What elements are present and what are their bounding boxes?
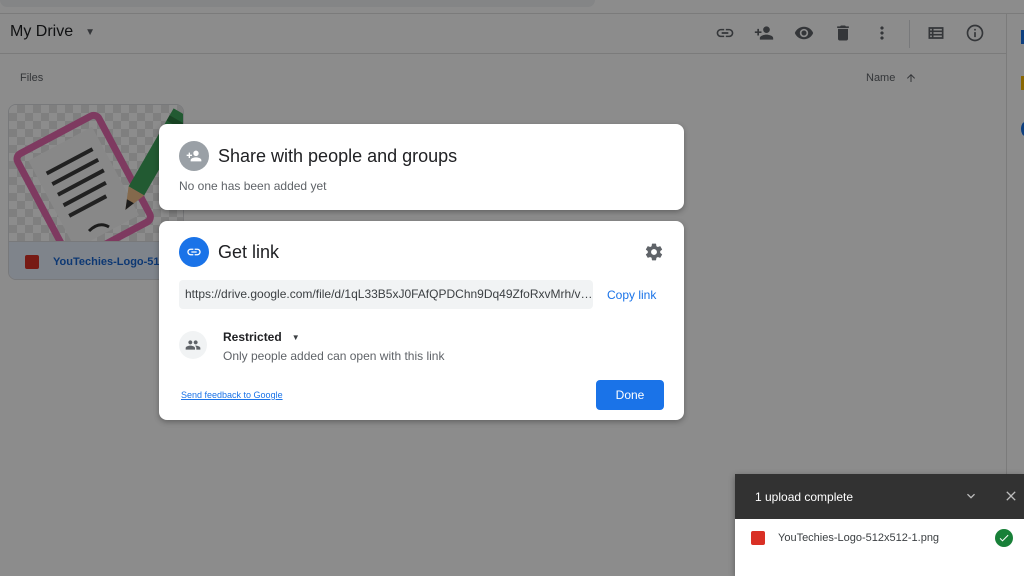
share-url-field[interactable]: https://drive.google.com/file/d/1qL33B5x… [179,280,593,309]
gear-icon[interactable] [644,242,664,262]
close-icon[interactable] [1003,488,1019,504]
image-file-icon [751,531,765,545]
access-level-label: Restricted [223,330,282,344]
share-title: Share with people and groups [218,146,458,166]
get-link-title: Get link [218,242,280,262]
done-button[interactable]: Done [596,380,664,410]
check-icon [995,529,1013,547]
toast-header: 1 upload complete [735,474,1024,519]
upload-status: 1 upload complete [755,490,854,504]
upload-toast: 1 upload complete YouTechies-Logo-512x51… [735,474,1024,576]
access-level-dropdown[interactable]: Restricted ▼ [223,330,300,344]
share-people-card[interactable]: Share with people and groups No one has … [159,124,684,210]
link-icon [179,237,209,267]
chevron-down-icon[interactable] [963,488,979,504]
upload-item[interactable]: YouTechies-Logo-512x512-1.png [735,519,1024,559]
uploaded-file-name: YouTechies-Logo-512x512-1.png [778,532,940,544]
get-link-card: Get link https://drive.google.com/file/d… [159,221,684,420]
send-feedback-link[interactable]: Send feedback to Google [181,390,283,400]
share-subtitle: No one has been added yet [179,179,327,193]
people-icon [179,331,207,359]
person-add-icon [179,141,209,171]
copy-link-button[interactable]: Copy link [607,288,656,302]
chevron-down-icon: ▼ [291,332,300,342]
access-description: Only people added can open with this lin… [223,349,445,363]
